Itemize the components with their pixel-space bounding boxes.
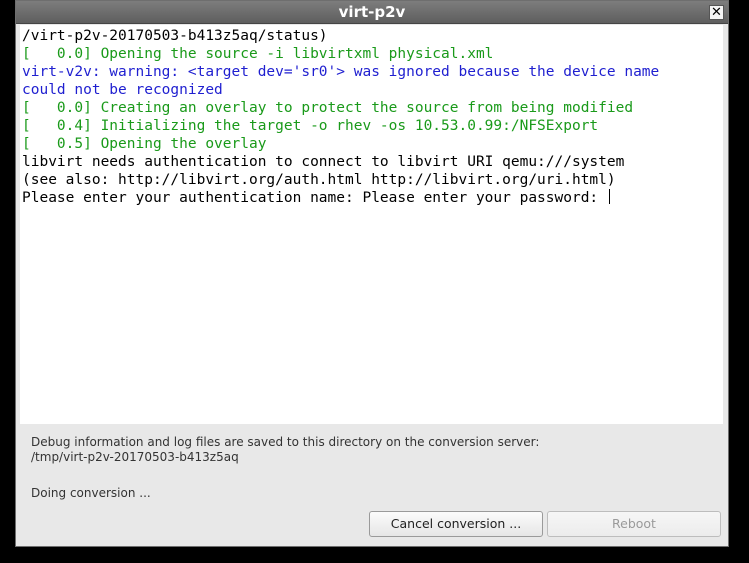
text-cursor: [608, 189, 610, 204]
log-line: (see also: http://libvirt.org/auth.html …: [22, 172, 616, 188]
log-line: could not be recognized: [22, 82, 223, 98]
log-line: libvirt needs authentication to connect …: [22, 154, 625, 170]
log-line: Please enter your authentication name: P…: [22, 189, 723, 207]
main-window: virt-p2v ✕ /virt-p2v-20170503-b413z5aq/s…: [15, 0, 729, 547]
title-bar[interactable]: virt-p2v ✕: [16, 1, 728, 24]
conversion-log-view[interactable]: /virt-p2v-20170503-b413z5aq/status) [ 0.0…: [20, 25, 723, 424]
log-line: virt-v2v: warning: <target dev='sr0'> wa…: [22, 64, 660, 80]
log-line: [ 0.5] Opening the overlay: [22, 136, 267, 152]
log-line: [ 0.0] Creating an overlay to protect th…: [22, 100, 634, 116]
status-label: Doing conversion ...: [31, 486, 151, 500]
debug-info-message: Debug information and log files are save…: [31, 435, 540, 449]
cancel-conversion-button[interactable]: Cancel conversion ...: [369, 511, 543, 537]
window-title: virt-p2v: [338, 3, 406, 21]
log-text: /virt-p2v-20170503-b413z5aq/status) [ 0.0…: [20, 25, 723, 207]
debug-info-path: /tmp/virt-p2v-20170503-b413z5aq: [31, 450, 239, 464]
log-line: /virt-p2v-20170503-b413z5aq/status): [22, 28, 328, 44]
log-line: [ 0.4] Initializing the target -o rhev -…: [22, 118, 599, 134]
close-icon[interactable]: ✕: [709, 5, 724, 20]
debug-info: Debug information and log files are save…: [31, 435, 539, 465]
reboot-button[interactable]: Reboot: [547, 511, 721, 537]
log-line: [ 0.0] Opening the source -i libvirtxml …: [22, 46, 494, 62]
